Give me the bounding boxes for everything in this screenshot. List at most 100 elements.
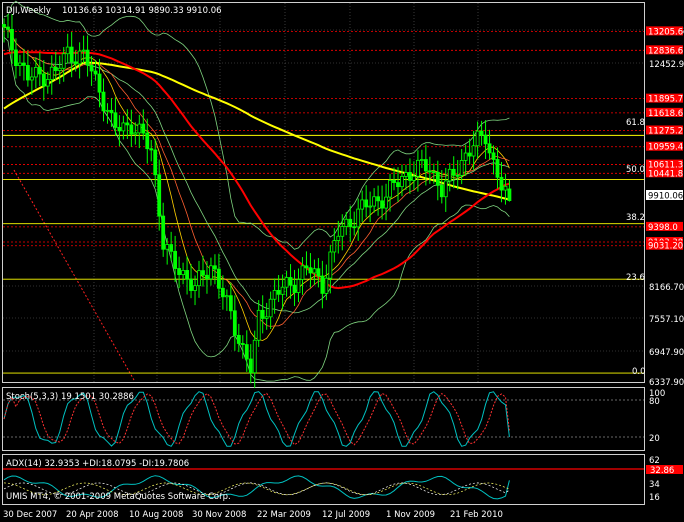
price-axis: 13081.60 12452.90 8166.70 7557.10 6947.9… [649, 27, 684, 388]
candle-body [316, 268, 321, 277]
candle-body [364, 199, 369, 208]
candle-body [153, 149, 158, 176]
candle-body [296, 279, 301, 293]
stoch-axis-20: 20 [649, 434, 660, 444]
candle-body [41, 73, 46, 87]
fib-label-0: 0.0 [632, 367, 646, 377]
candle-body [165, 244, 170, 250]
adx-axis-level: 32.86 [650, 466, 674, 476]
candle-body [173, 250, 178, 269]
price-tick: 6337.90 [649, 378, 684, 388]
candle-body [467, 152, 472, 157]
candle-body [356, 208, 361, 228]
candle-body [236, 334, 241, 344]
candle-body [507, 188, 512, 201]
candle-body [396, 182, 400, 188]
candle-body [57, 67, 62, 71]
candle-body [10, 28, 14, 51]
candle-body [14, 49, 18, 67]
level-price-label: 13205.6 [648, 27, 683, 37]
candle-body [6, 26, 10, 30]
candle-body [69, 46, 74, 63]
candle-body [451, 168, 456, 176]
candle-body [228, 295, 233, 312]
candle-body [113, 112, 118, 128]
time-tick: 1 Nov 2009 [386, 510, 435, 520]
ohlc-readout: 10136.63 10314.91 9890.33 9910.06 [62, 6, 222, 16]
candle-body [189, 278, 193, 291]
candle-body [475, 130, 480, 147]
candle-body [105, 109, 110, 112]
price-tick: 8166.70 [649, 283, 684, 293]
candle-body [372, 196, 377, 207]
stoch-axis-top: 100 [649, 389, 665, 399]
candle-body [141, 123, 146, 134]
candle-body [205, 274, 209, 280]
candle-body [21, 62, 26, 66]
candle-body [177, 268, 182, 276]
candle-body [340, 226, 345, 237]
level-price-label: 11895.7 [648, 95, 683, 105]
candle-body [332, 240, 337, 253]
candle-body [348, 218, 353, 228]
current-price-label: 9910.06 [648, 192, 683, 202]
adx-header: ADX(14) 32.9353 +DI:18.0795 -DI:19.7806 [6, 459, 189, 469]
candle-body [412, 175, 416, 181]
candle-body [18, 62, 22, 67]
candle-body [157, 174, 162, 217]
candle-body [224, 295, 229, 298]
candle-body [260, 309, 265, 319]
candle-body [423, 159, 428, 172]
candle-body [455, 174, 460, 177]
candle-body [276, 290, 281, 295]
candle-body [256, 309, 261, 341]
candle-body [419, 159, 424, 161]
candle-body [232, 310, 237, 336]
candle-body [65, 46, 70, 55]
candle-body [117, 127, 122, 132]
candle-body [181, 270, 185, 276]
time-tick: 30 Nov 2008 [192, 510, 246, 520]
candle-body [201, 270, 205, 276]
level-price-label: 11618.6 [648, 109, 683, 119]
candle-body [169, 244, 174, 252]
level-price-label: 10959.4 [648, 143, 683, 153]
candle-body [45, 78, 50, 87]
candle-body [209, 265, 213, 280]
fib-label-38: 38.2 [626, 213, 645, 223]
candle-body [439, 184, 444, 198]
candle-body [328, 251, 333, 279]
candle-body [2, 24, 6, 28]
candle-body [217, 268, 221, 289]
candle-body [463, 152, 468, 161]
main-pane[interactable] [2, 2, 645, 383]
candle-body [292, 284, 297, 293]
level-price-label: 9398.0 [648, 223, 678, 233]
candle-body [73, 61, 78, 65]
candle-body [109, 109, 114, 114]
candle-body [400, 175, 404, 188]
candle-body [220, 287, 225, 298]
candle-body [431, 171, 436, 174]
level-price-label: 12836.6 [648, 46, 683, 56]
candle-body [89, 64, 94, 72]
adx-axis-34: 34 [649, 480, 660, 490]
time-tick: 10 Aug 2008 [129, 510, 183, 520]
candle-body [268, 298, 273, 318]
candle-body [272, 290, 277, 300]
candle-body [264, 316, 269, 319]
candle-body [300, 265, 305, 280]
candle-body [479, 130, 484, 136]
candle-body [487, 143, 492, 154]
candle-body [443, 180, 448, 198]
price-tick: 6947.90 [649, 348, 684, 358]
time-tick: 22 Mar 2009 [257, 510, 311, 520]
candle-body [133, 132, 138, 135]
candle-body [49, 66, 54, 80]
price-chart-window[interactable]: 61.8 50.0 38.2 23.6 0.0 DJI,Weekly 10136… [0, 0, 684, 522]
candle-body [312, 268, 317, 274]
time-tick: 12 Jul 2009 [322, 510, 370, 520]
candle-body [37, 67, 42, 75]
candle-body [495, 159, 500, 178]
candle-body [129, 124, 134, 135]
